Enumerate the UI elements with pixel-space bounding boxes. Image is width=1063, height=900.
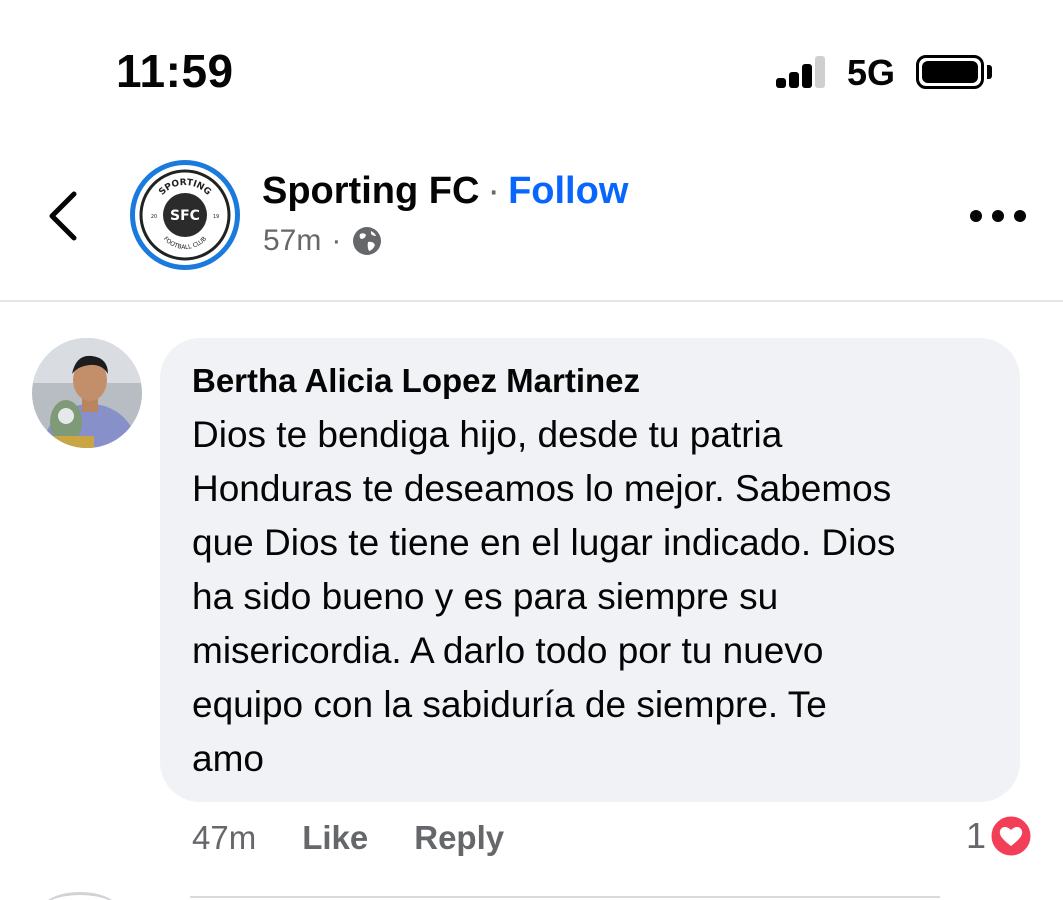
post-meta: 57m · — [263, 224, 383, 258]
post-header: SPORTING FOOTBALL CLUB SFC 20 19 Sportin… — [0, 140, 1063, 302]
comment-line: misericordia. A darlo todo por tu nuevo — [192, 630, 824, 671]
reaction-summary[interactable]: 1 — [966, 812, 1034, 860]
comment-line: que Dios te tiene en el lugar indicado. … — [192, 522, 896, 563]
comment-text: Dios te bendiga hijo, desde tu patria Ho… — [192, 408, 1002, 786]
page-name-link[interactable]: Sporting FC — [262, 170, 479, 212]
comment-time[interactable]: 47m — [192, 819, 256, 857]
page-title-line: Sporting FC · Follow — [262, 170, 628, 213]
status-time: 11:59 — [116, 45, 234, 97]
globe-icon — [353, 227, 382, 255]
comment-line: equipo con la sabiduría de siempre. Te — [192, 684, 827, 725]
heart-icon — [988, 813, 1034, 859]
reaction-count: 1 — [966, 815, 987, 856]
comment-actions: 47m Like Reply — [192, 816, 504, 860]
logo-monogram: SFC — [170, 208, 200, 224]
commenter-name[interactable]: Bertha Alicia Lopez Martinez — [192, 362, 640, 400]
comment-line: ha sido bueno y es para siempre su — [192, 576, 779, 617]
back-arrow-icon — [49, 191, 77, 241]
meta-separator: · — [331, 224, 342, 257]
comment-line: Honduras te deseamos lo mejor. Sabemos — [192, 468, 892, 509]
comment-line: amo — [192, 738, 264, 779]
network-type: 5G — [847, 52, 896, 93]
comment-bubble: Bertha Alicia Lopez Martinez Dios te ben… — [160, 338, 1020, 802]
next-comment-avatar-edge — [40, 892, 120, 900]
sporting-fc-logo: SPORTING FOOTBALL CLUB SFC 20 19 — [139, 169, 231, 261]
profile-photo — [32, 338, 142, 448]
commenter-avatar[interactable] — [32, 338, 142, 448]
battery-icon — [916, 55, 984, 89]
logo-year-right: 19 — [213, 214, 219, 220]
like-button[interactable]: Like — [302, 819, 368, 857]
comment-line: Dios te bendiga hijo, desde tu patria — [192, 414, 783, 455]
battery-tip — [987, 65, 992, 79]
signal-icon — [776, 54, 830, 88]
post-time[interactable]: 57m — [263, 224, 321, 258]
reply-button[interactable]: Reply — [414, 819, 504, 857]
next-comment-bubble-edge — [190, 896, 940, 900]
status-bar: 11:59 5G — [0, 0, 1063, 140]
more-options-icon — [970, 210, 982, 222]
more-options-button[interactable] — [970, 204, 1026, 228]
back-button[interactable] — [40, 188, 90, 244]
follow-button[interactable]: Follow — [508, 170, 628, 212]
page-avatar[interactable]: SPORTING FOOTBALL CLUB SFC 20 19 — [130, 160, 240, 270]
separator-dot: · — [487, 170, 501, 212]
logo-year-left: 20 — [151, 214, 157, 220]
